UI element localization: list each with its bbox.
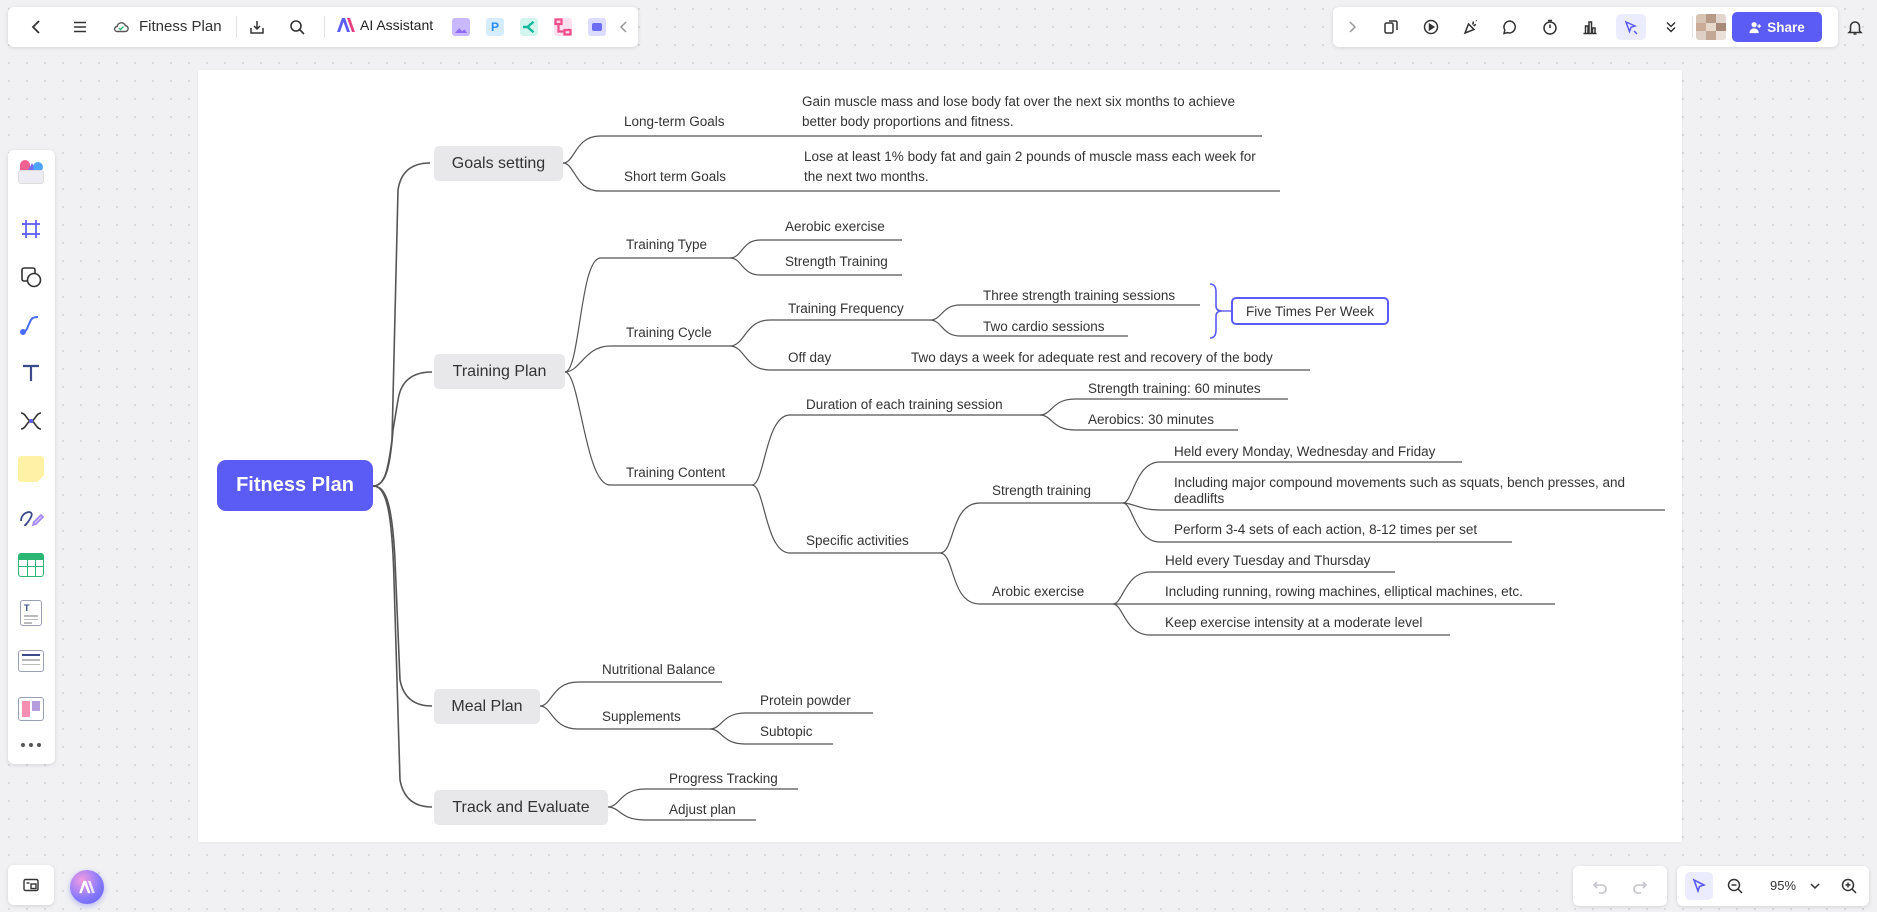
- node-strength-item-2a[interactable]: Including major compound movements such …: [1174, 475, 1625, 490]
- node-strength-sessions[interactable]: Three strength training sessions: [983, 288, 1175, 303]
- node-progress-tracking[interactable]: Progress Tracking: [669, 771, 778, 786]
- node-training-frequency[interactable]: Training Frequency: [788, 301, 904, 316]
- node-strength-training-type[interactable]: Strength Training: [785, 254, 888, 269]
- node-subtopic[interactable]: Subtopic: [760, 724, 813, 739]
- node-training-content[interactable]: Training Content: [626, 465, 725, 480]
- node-short-term-text-1[interactable]: Lose at least 1% body fat and gain 2 pou…: [804, 149, 1256, 164]
- node-short-term-text-2[interactable]: the next two months.: [804, 169, 929, 184]
- node-session-duration[interactable]: Duration of each training session: [806, 397, 1003, 412]
- node-cardio-sessions[interactable]: Two cardio sessions: [983, 319, 1105, 334]
- node-specific-activities[interactable]: Specific activities: [806, 533, 909, 548]
- node-training-cycle[interactable]: Training Cycle: [626, 325, 712, 340]
- node-strength-item-3[interactable]: Perform 3-4 sets of each action, 8-12 ti…: [1174, 522, 1477, 537]
- summary-node[interactable]: Five Times Per Week: [1231, 297, 1389, 325]
- node-arobic-item-3[interactable]: Keep exercise intensity at a moderate le…: [1165, 615, 1422, 630]
- node-arobic-item-2[interactable]: Including running, rowing machines, elli…: [1165, 584, 1523, 599]
- node-supplements[interactable]: Supplements: [602, 709, 681, 724]
- node-training-plan[interactable]: Training Plan: [434, 354, 565, 389]
- node-protein-powder[interactable]: Protein powder: [760, 693, 851, 708]
- node-off-day[interactable]: Off day: [788, 350, 831, 365]
- node-nutritional-balance[interactable]: Nutritional Balance: [602, 662, 715, 677]
- node-strength-training[interactable]: Strength training: [992, 483, 1091, 498]
- node-aerobic-exercise[interactable]: Aerobic exercise: [785, 219, 885, 234]
- node-long-term-text-2[interactable]: better body proportions and fitness.: [802, 114, 1014, 129]
- node-long-term-goals[interactable]: Long-term Goals: [624, 114, 725, 129]
- node-training-type[interactable]: Training Type: [626, 237, 707, 252]
- node-aerobics-duration[interactable]: Aerobics: 30 minutes: [1088, 412, 1214, 427]
- node-strength-duration[interactable]: Strength training: 60 minutes: [1088, 381, 1261, 396]
- node-strength-item-2b[interactable]: deadlifts: [1174, 491, 1224, 506]
- node-long-term-text-1[interactable]: Gain muscle mass and lose body fat over …: [802, 94, 1235, 109]
- node-arobic-item-1[interactable]: Held every Tuesday and Thursday: [1165, 553, 1370, 568]
- mindmap-connectors: [372, 135, 1665, 821]
- node-strength-item-1[interactable]: Held every Monday, Wednesday and Friday: [1174, 444, 1435, 459]
- node-off-day-text[interactable]: Two days a week for adequate rest and re…: [911, 350, 1273, 365]
- node-arobic-exercise[interactable]: Arobic exercise: [992, 584, 1084, 599]
- mindmap-root-node[interactable]: Fitness Plan: [217, 460, 373, 511]
- node-short-term-goals[interactable]: Short term Goals: [624, 169, 726, 184]
- summary-bracket: [1209, 283, 1223, 339]
- node-track-evaluate[interactable]: Track and Evaluate: [434, 790, 608, 825]
- node-meal-plan[interactable]: Meal Plan: [434, 689, 540, 724]
- node-goals-setting[interactable]: Goals setting: [434, 146, 563, 181]
- node-adjust-plan[interactable]: Adjust plan: [669, 802, 736, 817]
